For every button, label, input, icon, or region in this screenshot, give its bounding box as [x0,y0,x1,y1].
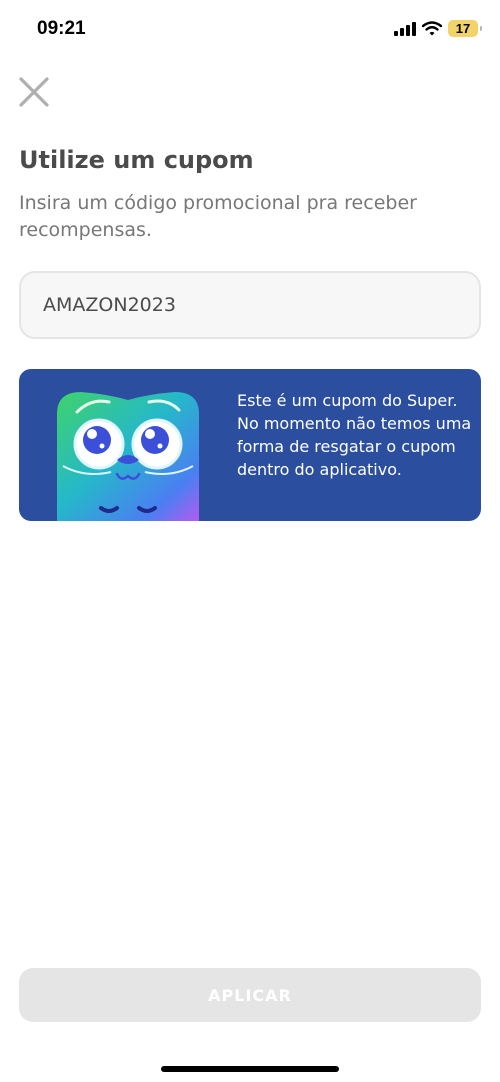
battery-icon: 17 [448,20,482,37]
close-button[interactable] [16,74,52,110]
status-time: 09:21 [37,18,86,39]
status-icons: 17 [394,20,482,37]
apply-button[interactable]: APLICAR [19,968,481,1022]
status-bar: 09:21 17 [0,0,500,60]
cellular-signal-icon [394,21,416,36]
info-message: Este é um cupom do Super. No momento não… [237,391,472,479]
coupon-input[interactable] [19,271,481,339]
page-subtitle: Insira um código promocional pra receber… [19,192,417,241]
close-icon [19,77,49,107]
wifi-icon [422,21,442,36]
battery-level: 17 [455,21,471,36]
super-mascot-illustration [57,392,199,521]
info-card: Este é um cupom do Super. No momento não… [19,369,481,521]
home-indicator [161,1066,339,1072]
page-title: Utilize um cupom [19,146,254,174]
